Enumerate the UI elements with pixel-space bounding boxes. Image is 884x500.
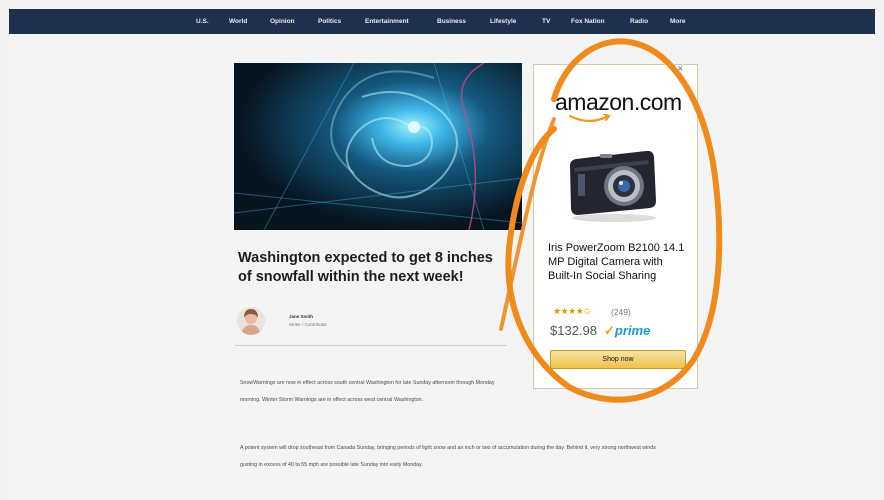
nav-item-tv[interactable]: TV	[542, 9, 550, 34]
nav-item-opinion[interactable]: Opinion	[270, 9, 295, 34]
prime-badge: ✓prime	[604, 323, 650, 339]
nav-item-business[interactable]: Business	[437, 9, 466, 34]
article-divider	[235, 345, 507, 346]
nav-item-more[interactable]: More	[670, 9, 686, 34]
prime-label: prime	[614, 323, 651, 338]
review-count[interactable]: (249)	[611, 307, 631, 317]
article-paragraph: A potent system will drop southeast from…	[240, 445, 656, 468]
nav-item-us[interactable]: U.S.	[196, 9, 209, 34]
product-title[interactable]: Iris PowerZoom B2100 14.1 MP Digital Cam…	[548, 241, 688, 283]
browser-page: U.S. World Opinion Politics Entertainmen…	[9, 9, 875, 500]
camera-product-image[interactable]	[564, 144, 660, 224]
amazon-logo[interactable]: amazon.com	[555, 89, 682, 116]
nav-item-fox-nation[interactable]: Fox Nation	[571, 9, 605, 34]
shop-now-button[interactable]: Shop now	[550, 350, 686, 369]
amazon-smile-icon	[569, 114, 611, 123]
author-avatar	[237, 307, 265, 335]
article-paragraph: SnowWarnings are now in effect across so…	[240, 380, 495, 403]
nav-item-world[interactable]: World	[229, 9, 247, 34]
nav-item-entertainment[interactable]: Entertainment	[365, 9, 409, 34]
star-rating: ★★★★✩	[553, 306, 591, 316]
author-role: Writer / Contributor	[289, 322, 327, 327]
nav-item-radio[interactable]: Radio	[630, 9, 648, 34]
prime-check-icon: ✓	[604, 323, 615, 338]
article-headline[interactable]: Washington expected to get 8 inches of s…	[238, 249, 508, 286]
hero-storm-image	[234, 63, 522, 230]
nav-item-politics[interactable]: Politics	[318, 9, 341, 34]
top-navigation: U.S. World Opinion Politics Entertainmen…	[9, 9, 875, 34]
author-name[interactable]: Jane Smith	[289, 314, 313, 319]
adchoices-icon[interactable]: ▷✕	[672, 65, 683, 73]
nav-item-lifestyle[interactable]: Lifestyle	[490, 9, 516, 34]
product-price: $132.98	[550, 323, 597, 338]
